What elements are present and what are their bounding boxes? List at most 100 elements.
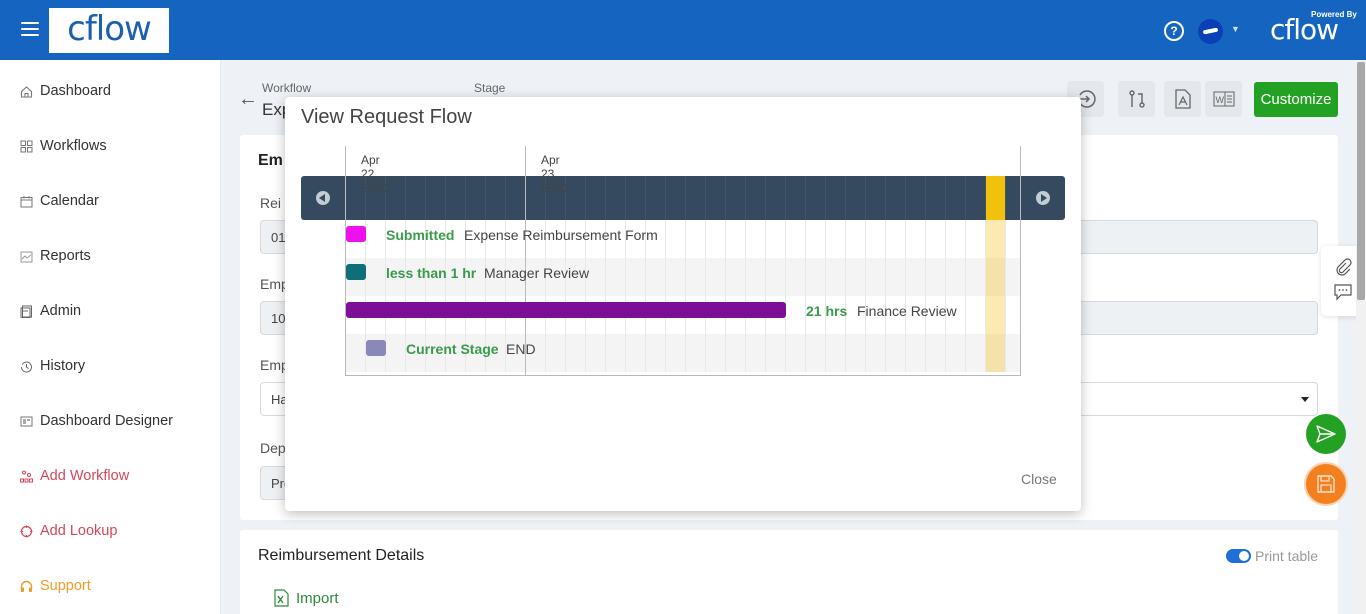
word-icon: W <box>1213 91 1234 107</box>
sidebar-item-support[interactable]: Support <box>20 574 91 598</box>
grid-line <box>885 220 886 372</box>
sidebar-item-dashboard-designer[interactable]: Dashboard Designer <box>20 409 173 433</box>
band-grid-line <box>445 176 446 220</box>
grid-line <box>825 220 826 372</box>
sidebar-item-label: Reports <box>40 248 91 264</box>
sidebar-item-dashboard[interactable]: Dashboard <box>20 79 111 103</box>
task-milestone[interactable] <box>366 340 386 356</box>
sidebar-item-admin[interactable]: Admin <box>20 299 81 323</box>
modal-title: View Request Flow <box>301 106 472 128</box>
sidebar-item-add-lookup[interactable]: Add Lookup <box>20 519 117 543</box>
band-grid-line <box>865 176 866 220</box>
pdf-button[interactable] <box>1164 81 1201 117</box>
band-grid-line <box>425 176 426 220</box>
sidebar-item-label: History <box>40 358 86 374</box>
excel-icon <box>274 589 289 607</box>
grid-icon <box>20 140 33 152</box>
band-grid-line <box>605 176 606 220</box>
page-scrollbar[interactable] <box>1356 60 1366 614</box>
sidebar-item-label: Support <box>40 578 91 594</box>
band-grid-line <box>705 176 706 220</box>
back-arrow-icon[interactable]: ← <box>238 88 258 111</box>
grid-line <box>905 220 906 372</box>
sidebar-item-calendar[interactable]: Calendar <box>20 189 99 213</box>
reimbursement-details-card: Reimbursement Details Import Print table <box>240 530 1338 614</box>
grid-line <box>725 220 726 372</box>
grid-line <box>785 220 786 372</box>
field-label: Rei <box>260 195 282 211</box>
grid-line <box>925 220 926 372</box>
powered-by-logo: cflow <box>1270 13 1339 46</box>
chevron-down-icon[interactable]: ▼ <box>1231 24 1240 34</box>
submit-fab[interactable] <box>1306 414 1346 454</box>
sidebar-item-workflows[interactable]: Workflows <box>20 134 107 158</box>
band-grid-line <box>805 176 806 220</box>
stage-label: Stage <box>474 81 506 95</box>
customize-button[interactable]: Customize <box>1254 82 1338 117</box>
sidebar-item-reports[interactable]: Reports <box>20 244 91 268</box>
close-button[interactable]: Close <box>1021 471 1057 487</box>
app-logo[interactable]: cflow <box>49 8 169 53</box>
task-duration: less than 1 hr <box>386 265 477 281</box>
word-button[interactable]: W <box>1205 81 1242 117</box>
task-milestone[interactable] <box>346 264 366 280</box>
comment-icon[interactable] <box>1334 283 1352 301</box>
caret-down-icon <box>1301 397 1309 402</box>
menu-icon[interactable] <box>21 22 39 36</box>
avatar[interactable] <box>1198 19 1223 44</box>
grid-line <box>765 220 766 372</box>
day-separator <box>345 146 346 376</box>
sidebar-item-label: Add Lookup <box>40 523 118 539</box>
headset-icon <box>20 580 33 592</box>
gantt-bottom-border <box>345 375 1021 376</box>
sidebar-item-label: Calendar <box>40 193 99 209</box>
view-request-flow-modal: View Request Flow Apr 22 2020 Apr 23 202… <box>285 97 1081 511</box>
band-grid-line <box>485 176 486 220</box>
import-button[interactable]: Import <box>274 589 339 607</box>
band-grid-line <box>765 176 766 220</box>
gantt-prev-button[interactable] <box>316 191 330 205</box>
sidebar-item-label: Admin <box>40 303 82 319</box>
band-grid-line <box>905 176 906 220</box>
help-icon[interactable]: ? <box>1164 21 1184 41</box>
sidebar-item-add-workflow[interactable]: Add Workflow <box>20 464 129 488</box>
admin-icon <box>20 305 32 318</box>
task-duration: Submitted <box>386 227 455 243</box>
band-grid-line <box>945 176 946 220</box>
dashboard-designer-icon <box>20 416 33 426</box>
band-grid-line <box>665 176 666 220</box>
band-grid-line <box>825 176 826 220</box>
sidebar-item-label: Dashboard <box>40 83 111 99</box>
pdf-icon <box>1174 89 1191 109</box>
attachment-icon[interactable] <box>1334 258 1352 276</box>
print-table-label: Print table <box>1255 548 1319 564</box>
grid-line <box>665 220 666 372</box>
band-grid-line <box>505 176 506 220</box>
sidebar-item-history[interactable]: History <box>20 354 85 378</box>
import-label: Import <box>296 589 339 607</box>
add-workflow-icon <box>20 470 33 482</box>
band-grid-line <box>465 176 466 220</box>
grid-line <box>705 220 706 372</box>
sidebar-item-label: Workflows <box>40 138 107 154</box>
svg-text:W: W <box>1215 95 1224 105</box>
task-duration: Current Stage <box>406 341 499 357</box>
gantt-next-button[interactable] <box>1036 191 1050 205</box>
history-icon <box>20 361 32 373</box>
task-bar[interactable] <box>346 302 786 318</box>
grid-line <box>1005 220 1006 372</box>
scale-label: Apr 23 2020 <box>541 153 568 195</box>
send-icon <box>1316 425 1336 443</box>
save-fab[interactable] <box>1306 464 1346 504</box>
save-icon <box>1317 475 1335 493</box>
grid-line <box>965 220 966 372</box>
band-grid-line <box>625 176 626 220</box>
flow-button[interactable] <box>1118 81 1155 117</box>
task-milestone[interactable] <box>346 226 366 242</box>
band-grid-line <box>885 176 886 220</box>
print-table-toggle[interactable] <box>1226 549 1251 563</box>
task-name: Expense Reimbursement Form <box>464 227 658 243</box>
grid-line <box>805 220 806 372</box>
scroll-thumb[interactable] <box>1357 62 1365 300</box>
band-grid-line <box>965 176 966 220</box>
